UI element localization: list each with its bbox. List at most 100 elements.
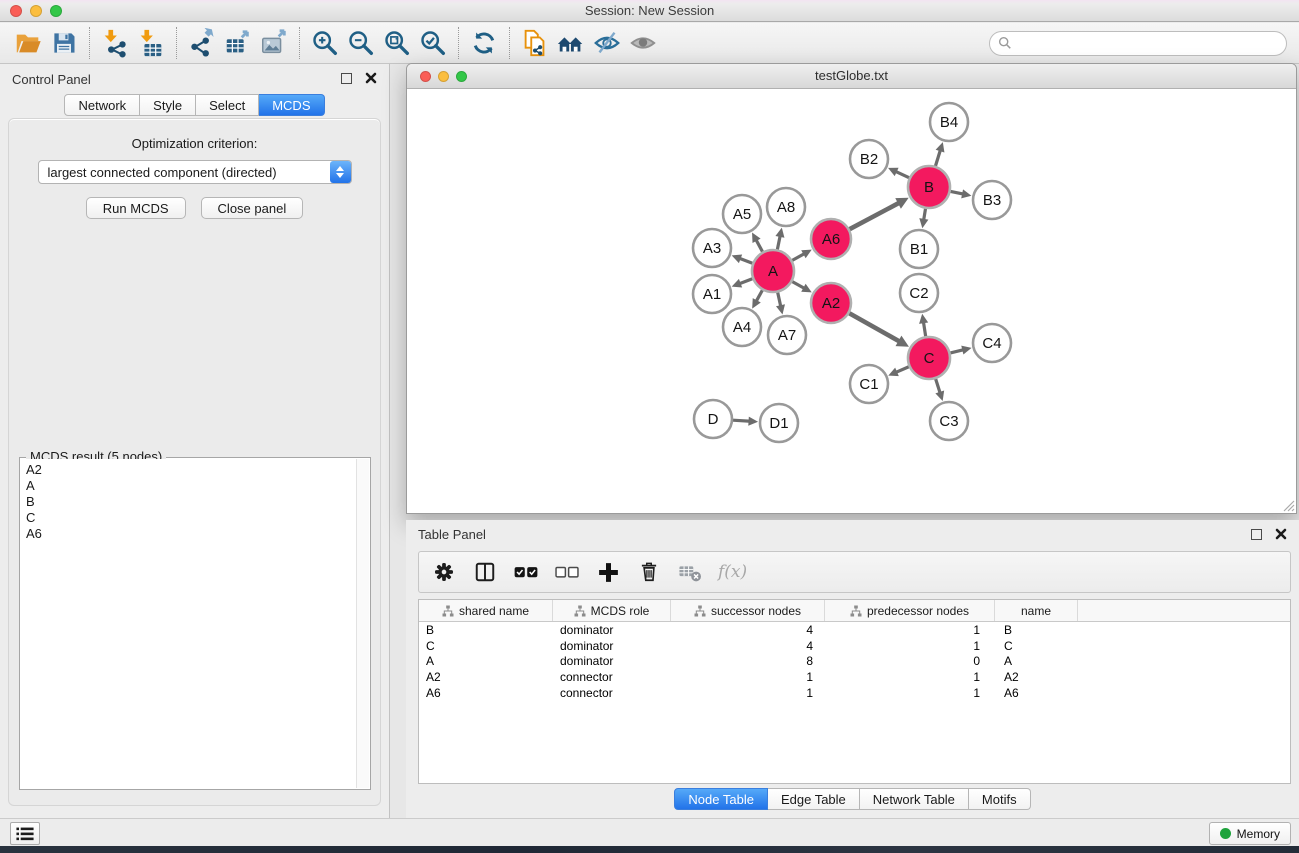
graph-edge-b-b3[interactable] <box>951 191 965 194</box>
export-table-icon[interactable] <box>220 25 256 61</box>
graph-node-c1[interactable]: C1 <box>850 365 888 403</box>
graph-node-b1[interactable]: B1 <box>900 230 938 268</box>
result-item[interactable]: A6 <box>21 526 369 542</box>
network-canvas[interactable]: B4 B2 B B3 A8A5 A6 A3 B1 A C2 A1 A2 A4A7 C4 C C1 C3 D D1 <box>408 90 1295 512</box>
settings-gear-icon[interactable] <box>429 557 459 587</box>
table-row[interactable]: A2connector11A2 <box>419 669 1290 685</box>
graph-node-c[interactable]: C <box>908 337 950 379</box>
result-item[interactable]: A2 <box>21 462 369 478</box>
delete-table-icon[interactable] <box>675 557 705 587</box>
table-row[interactable]: A6connector11A6 <box>419 685 1290 701</box>
table-row[interactable]: Bdominator41B <box>419 622 1290 638</box>
graph-edge-a2-c[interactable] <box>849 313 900 342</box>
float-panel-icon[interactable] <box>341 73 352 84</box>
close-panel-icon[interactable] <box>365 72 377 84</box>
refresh-layout-icon[interactable] <box>466 25 502 61</box>
import-table-icon[interactable] <box>133 25 169 61</box>
graph-edge-a-a7[interactable] <box>778 292 781 307</box>
tab-edge-table[interactable]: Edge Table <box>768 788 860 810</box>
result-item[interactable]: B <box>21 494 369 510</box>
graph-edge-a-a8[interactable] <box>777 235 780 250</box>
export-image-icon[interactable] <box>256 25 292 61</box>
graph-node-a8[interactable]: A8 <box>767 188 805 226</box>
graph-node-d1[interactable]: D1 <box>760 404 798 442</box>
graph-node-b[interactable]: B <box>908 166 950 208</box>
result-item[interactable]: A <box>21 478 369 494</box>
float-table-panel-icon[interactable] <box>1251 529 1262 540</box>
graph-node-c2[interactable]: C2 <box>900 274 938 312</box>
network-minimize-button[interactable] <box>438 71 449 82</box>
style-visibility-icon[interactable] <box>589 25 625 61</box>
task-history-button[interactable] <box>10 822 40 845</box>
window-resize-grip[interactable] <box>1281 498 1295 512</box>
tab-network-table[interactable]: Network Table <box>860 788 969 810</box>
graph-edge-b-b2[interactable] <box>895 171 909 178</box>
graph-edge-d-d1[interactable] <box>733 420 751 421</box>
open-session-icon[interactable] <box>10 25 46 61</box>
save-session-icon[interactable] <box>46 25 82 61</box>
graph-edge-a-a6[interactable] <box>792 253 805 260</box>
graph-node-a1[interactable]: A1 <box>693 275 731 313</box>
graph-edge-a-a1[interactable] <box>739 279 753 284</box>
close-table-panel-icon[interactable] <box>1275 528 1287 540</box>
network-zoom-button[interactable] <box>456 71 467 82</box>
graph-node-c4[interactable]: C4 <box>973 324 1011 362</box>
graph-node-a[interactable]: A <box>752 250 794 292</box>
graph-edge-a-a3[interactable] <box>739 258 753 263</box>
graph-node-d[interactable]: D <box>694 400 732 438</box>
graph-node-b4[interactable]: B4 <box>930 103 968 141</box>
search-input[interactable] <box>1012 36 1278 51</box>
result-item[interactable]: C <box>21 510 369 526</box>
clone-network-icon[interactable] <box>517 25 553 61</box>
result-scrollbar[interactable] <box>356 459 369 788</box>
graph-node-a2[interactable]: A2 <box>811 283 851 323</box>
delete-column-trash-icon[interactable] <box>634 557 664 587</box>
network-close-button[interactable] <box>420 71 431 82</box>
column-header-shared-name[interactable]: shared name <box>419 600 553 621</box>
tab-style[interactable]: Style <box>140 94 196 116</box>
graph-node-a3[interactable]: A3 <box>693 229 731 267</box>
graph-node-a6[interactable]: A6 <box>811 219 851 259</box>
minimize-window-button[interactable] <box>30 5 42 17</box>
home-icon[interactable] <box>553 25 589 61</box>
column-header-predecessor-nodes[interactable]: predecessor nodes <box>825 600 995 621</box>
graph-edge-a-a4[interactable] <box>756 290 763 302</box>
run-mcds-button[interactable]: Run MCDS <box>86 197 186 219</box>
graph-edge-b-b4[interactable] <box>935 149 940 166</box>
graph-edge-a-a5[interactable] <box>756 239 763 252</box>
close-window-button[interactable] <box>10 5 22 17</box>
function-builder-icon[interactable]: f(x) <box>716 562 747 582</box>
close-panel-button[interactable]: Close panel <box>201 197 304 219</box>
graph-node-a5[interactable]: A5 <box>723 195 761 233</box>
memory-button[interactable]: Memory <box>1209 822 1291 845</box>
table-row[interactable]: Cdominator41C <box>419 638 1290 654</box>
table-row[interactable]: Adominator80A <box>419 653 1290 669</box>
zoom-window-button[interactable] <box>50 5 62 17</box>
graphics-details-eye-icon[interactable] <box>625 25 661 61</box>
graph-edge-c-c1[interactable] <box>895 367 909 373</box>
zoom-selected-icon[interactable] <box>415 25 451 61</box>
graph-edge-a-a2[interactable] <box>792 282 805 289</box>
search-field[interactable] <box>989 31 1287 56</box>
column-layout-icon[interactable] <box>470 557 500 587</box>
tab-network[interactable]: Network <box>64 94 140 116</box>
select-all-columns-icon[interactable] <box>511 557 541 587</box>
graph-node-b2[interactable]: B2 <box>850 140 888 178</box>
network-window-titlebar[interactable]: testGlobe.txt <box>407 64 1296 89</box>
graph-edge-c-c2[interactable] <box>923 321 925 336</box>
deselect-all-columns-icon[interactable] <box>552 557 582 587</box>
column-header-successor-nodes[interactable]: successor nodes <box>671 600 825 621</box>
graph-node-a4[interactable]: A4 <box>723 308 761 346</box>
add-column-icon[interactable] <box>593 557 623 587</box>
graph-edge-c-c4[interactable] <box>950 350 964 353</box>
graph-edge-a6-b[interactable] <box>850 202 900 229</box>
graph-edge-c-c3[interactable] <box>936 379 941 394</box>
column-header-mcds-role[interactable]: MCDS role <box>553 600 671 621</box>
tab-mcds[interactable]: MCDS <box>259 94 324 116</box>
graph-node-b3[interactable]: B3 <box>973 181 1011 219</box>
export-network-icon[interactable] <box>184 25 220 61</box>
graph-node-a7[interactable]: A7 <box>768 316 806 354</box>
criterion-dropdown[interactable]: largest connected component (directed) <box>38 160 352 184</box>
tab-node-table[interactable]: Node Table <box>674 788 768 810</box>
graph-node-c3[interactable]: C3 <box>930 402 968 440</box>
